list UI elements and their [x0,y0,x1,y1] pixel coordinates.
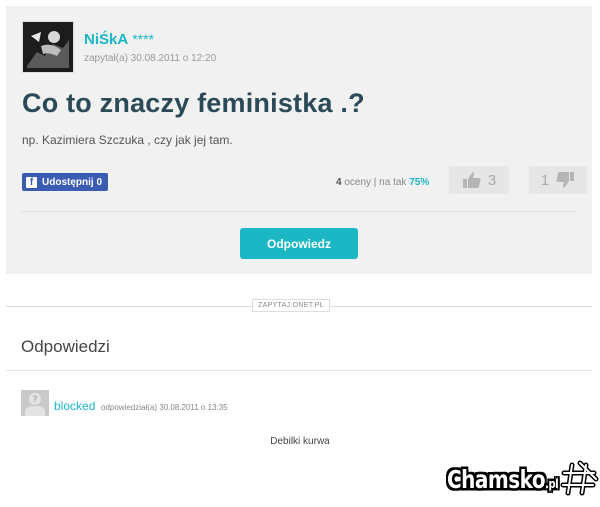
watermark-brand: Chamsko.pl [447,464,559,494]
vote-down-count: 1 [540,171,550,189]
question-title: Co to znaczy feministka .? [22,88,365,118]
svg-text:?: ? [32,395,37,405]
vote-up-count: 3 [487,171,497,189]
answer-timestamp: odpowiedział(a) 30.08.2011 o 13:35 [101,403,228,412]
answer-avatar[interactable]: ? [21,390,49,416]
author-rank-stars: **** [132,31,154,47]
rating-percent: 75% [409,177,430,188]
thumb-up-icon [462,172,481,188]
hashtag-logo-icon [560,460,599,496]
answers-heading: Odpowiedzi [21,337,110,356]
facebook-share-button[interactable]: f Udostępnij 0 [22,173,109,191]
question-body: np. Kazimiera Szczuka , czy jak jej tam. [22,133,233,147]
card-divider [22,211,576,212]
rating-count-suffix: oceny | na tak [344,177,407,188]
chamsko-watermark: Chamsko.pl [447,459,600,499]
question-author[interactable]: NiŚkA **** [84,31,154,48]
source-tag: ZAPYTAJ.ONET.PL [252,299,330,312]
answer-button[interactable]: Odpowiedz [240,228,358,259]
watermark-tld: .pl [545,477,559,492]
thumb-down-icon [556,172,575,188]
user-avatar[interactable] [22,21,74,73]
answer-author[interactable]: blocked [54,399,95,413]
question-author-name[interactable]: NiŚkA [84,31,128,48]
user-avatar-image [23,22,73,72]
rating-summary: 4 oceny | na tak 75% [336,177,429,188]
watermark-brand-name: Chamsko [447,464,546,494]
asked-timestamp: zapytał(a) 30.08.2011 o 12:20 [84,53,217,64]
facebook-icon: f [26,176,37,188]
default-avatar-icon: ? [21,390,49,416]
answers-divider [6,370,592,371]
share-label: Udostępnij 0 [42,176,103,188]
vote-up-button[interactable]: 3 [449,166,509,194]
answer-text: Debilki kurwa [270,436,330,447]
rating-count: 4 [336,177,342,188]
question-card: NiŚkA **** zapytał(a) 30.08.2011 o 12:20 … [6,6,592,274]
vote-down-button[interactable]: 1 [529,166,587,194]
